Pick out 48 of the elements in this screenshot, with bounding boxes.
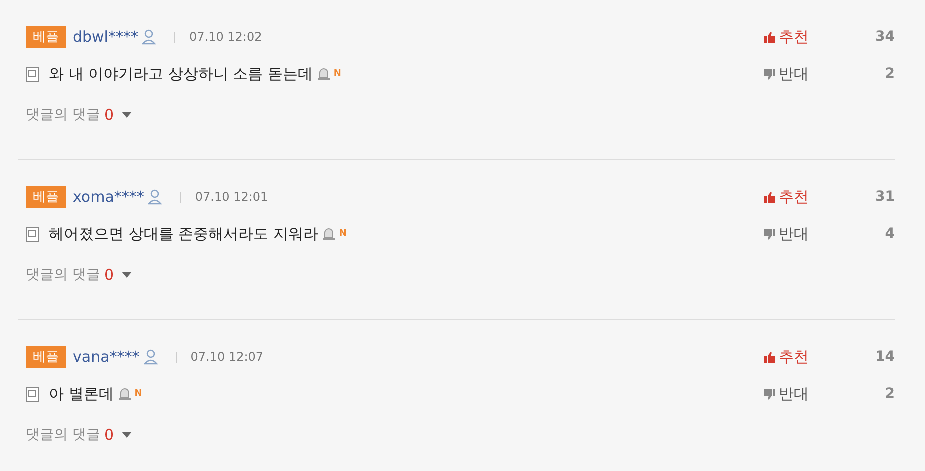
caret-icon xyxy=(122,272,132,278)
upvote-button[interactable]: 추천 xyxy=(763,348,809,366)
reply-toggle[interactable]: 댓글의 댓글 0 xyxy=(26,266,763,284)
comment-time: 07.10 12:01 xyxy=(195,190,268,204)
comment-text: 아 별론데 xyxy=(49,384,114,404)
comment-text: 와 내 이야기라고 상상하니 소름 돋는데 xyxy=(49,64,313,84)
new-mark: N xyxy=(339,229,347,239)
downvote-count: 4 xyxy=(885,226,895,242)
comment-text: 헤어졌으면 상대를 존중해서라도 지워라 xyxy=(49,224,318,244)
upvote-count: 34 xyxy=(876,29,895,45)
downvote-button[interactable]: 반대 xyxy=(763,224,809,244)
bell-icon[interactable] xyxy=(322,227,336,241)
thumbs-down-icon xyxy=(763,228,776,240)
document-icon xyxy=(26,226,39,242)
reply-toggle[interactable]: 댓글의 댓글 0 xyxy=(26,106,763,124)
new-mark: N xyxy=(134,389,142,399)
thumbs-up-icon xyxy=(763,190,776,204)
downvote-count: 2 xyxy=(885,386,895,402)
document-icon xyxy=(26,386,39,402)
new-mark: N xyxy=(334,69,342,79)
downvote-count: 2 xyxy=(885,66,895,82)
thumbs-down-icon xyxy=(763,388,776,400)
username[interactable]: xoma**** xyxy=(73,188,144,206)
bell-icon[interactable] xyxy=(118,387,132,401)
caret-icon xyxy=(122,112,132,118)
upvote-count: 31 xyxy=(876,189,895,205)
user-icon xyxy=(148,189,162,205)
thumbs-down-icon xyxy=(763,68,776,80)
caret-icon xyxy=(122,432,132,438)
upvote-button[interactable]: 추천 xyxy=(763,188,809,206)
upvote-count: 14 xyxy=(876,349,895,365)
user-icon xyxy=(142,29,156,45)
username[interactable]: dbwl**** xyxy=(73,28,138,46)
upvote-button[interactable]: 추천 xyxy=(763,28,809,46)
thumbs-up-icon xyxy=(763,350,776,364)
comment-time: 07.10 12:02 xyxy=(189,30,262,44)
user-icon xyxy=(144,349,158,365)
downvote-button[interactable]: 반대 xyxy=(763,64,809,84)
best-badge: 베플 xyxy=(26,346,66,368)
downvote-button[interactable]: 반대 xyxy=(763,384,809,404)
reply-toggle[interactable]: 댓글의 댓글 0 xyxy=(26,426,763,444)
username[interactable]: vana**** xyxy=(73,348,140,366)
best-badge: 베플 xyxy=(26,26,66,48)
thumbs-up-icon xyxy=(763,30,776,44)
comment-time: 07.10 12:07 xyxy=(190,350,264,364)
best-badge: 베플 xyxy=(26,186,66,208)
document-icon xyxy=(26,66,39,82)
bell-icon[interactable] xyxy=(316,67,331,81)
